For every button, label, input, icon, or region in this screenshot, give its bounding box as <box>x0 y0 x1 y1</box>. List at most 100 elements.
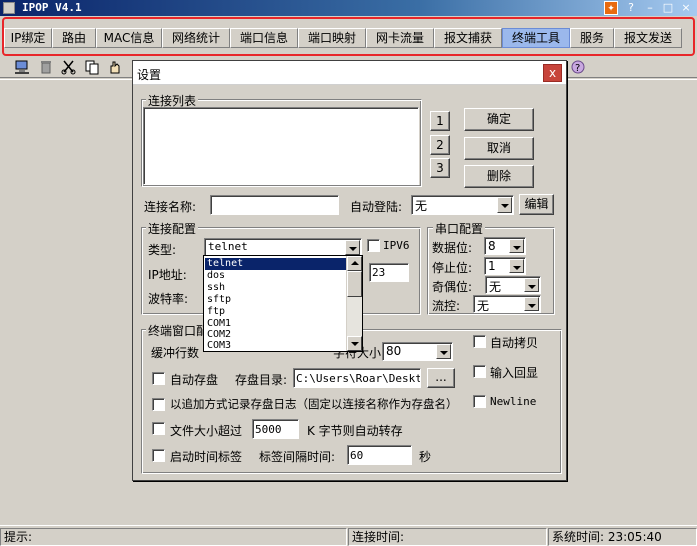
tab-packet-capture[interactable]: 报文捕获 <box>434 28 502 48</box>
maximize-button[interactable]: □ <box>661 1 675 15</box>
scroll-thumb[interactable] <box>347 271 362 297</box>
conn-name-input[interactable] <box>210 195 339 215</box>
type-option-dos[interactable]: dos <box>205 270 347 282</box>
cut-icon[interactable] <box>61 59 77 75</box>
status-bar: 提示: 连接时间: 系统时间: 23:05:40 <box>0 525 697 546</box>
app-icon <box>3 2 15 14</box>
minimize-button[interactable]: – <box>643 1 657 15</box>
tab-bar: IP绑定 路由 MAC信息 网络统计 端口信息 端口映射 网卡流量 报文捕获 终… <box>4 28 682 48</box>
parity-label: 奇偶位: <box>432 280 473 294</box>
help-button[interactable]: ? <box>624 1 638 15</box>
tab-packet-send[interactable]: 报文发送 <box>614 28 682 48</box>
tab-terminal-tools[interactable]: 终端工具 <box>502 28 570 48</box>
save-dir-label: 存盘目录: <box>235 373 288 387</box>
type-option-ftp[interactable]: ftp <box>205 306 347 318</box>
stop-bits-label: 停止位: <box>432 261 473 275</box>
type-option-ssh[interactable]: ssh <box>205 282 347 294</box>
font-size-select[interactable]: 80 <box>382 342 453 361</box>
type-dropdown-list: telnet dos ssh sftp ftp COM1 COM2 COM3 <box>203 255 363 352</box>
ip-label: IP地址: <box>148 268 187 282</box>
slot-1-button[interactable]: 1 <box>430 111 450 131</box>
append-log-checkbox[interactable] <box>152 398 165 411</box>
type-option-sftp[interactable]: sftp <box>205 294 347 306</box>
chevron-down-icon[interactable] <box>497 197 512 213</box>
stop-bits-select[interactable]: 1 <box>484 257 526 275</box>
tab-port-mapping[interactable]: 端口映射 <box>298 28 366 48</box>
copy-icon[interactable] <box>84 59 100 75</box>
dialog-title: 设置 <box>137 68 162 82</box>
interval-unit: 秒 <box>419 450 432 464</box>
tab-ip-binding[interactable]: IP绑定 <box>4 28 52 48</box>
connection-listbox[interactable] <box>143 107 419 185</box>
timestamp-checkbox[interactable] <box>152 449 165 462</box>
tab-nic-traffic[interactable]: 网卡流量 <box>366 28 434 48</box>
status-system-time: 系统时间: 23:05:40 <box>548 528 697 546</box>
chevron-down-icon[interactable] <box>436 344 451 359</box>
slot-2-button[interactable]: 2 <box>430 135 450 155</box>
input-echo-label: 输入回显 <box>490 366 539 380</box>
timestamp-label: 启动时间标签 <box>170 450 243 464</box>
tab-mac-info[interactable]: MAC信息 <box>96 28 162 48</box>
baud-label: 波特率: <box>148 292 189 306</box>
hand-icon[interactable] <box>107 59 123 75</box>
ipv6-label: IPV6 <box>383 239 410 252</box>
size-exceed-label: 文件大小超过 <box>170 424 243 438</box>
input-echo-checkbox[interactable] <box>473 365 486 378</box>
dialog-close-button[interactable]: x <box>543 64 562 82</box>
auto-save-checkbox[interactable] <box>152 372 165 385</box>
type-option-com3[interactable]: COM3 <box>205 340 347 351</box>
size-exceed-input[interactable]: 5000 <box>252 419 299 439</box>
auto-copy-checkbox[interactable] <box>473 335 486 348</box>
svg-text:?: ? <box>575 63 580 74</box>
type-option-telnet[interactable]: telnet <box>205 258 347 270</box>
data-bits-label: 数据位: <box>432 241 473 255</box>
tray-app-icon[interactable]: ✦ <box>604 1 618 15</box>
parity-select[interactable]: 无 <box>485 276 541 294</box>
scroll-down-icon[interactable] <box>347 336 362 351</box>
ipv6-checkbox[interactable] <box>367 239 380 252</box>
tab-port-info[interactable]: 端口信息 <box>230 28 298 48</box>
computer-icon[interactable] <box>14 59 30 75</box>
title-bar: IPOP V4.1 ✦ ? – □ × <box>0 0 697 16</box>
ok-button[interactable]: 确定 <box>464 108 534 131</box>
serial-config-label: 串口配置 <box>433 220 486 237</box>
flow-select[interactable]: 无 <box>473 295 541 313</box>
interval-input[interactable]: 60 <box>347 445 412 465</box>
slot-3-button[interactable]: 3 <box>430 158 450 178</box>
edit-button[interactable]: 编辑 <box>519 194 554 215</box>
scroll-up-icon[interactable] <box>347 256 362 271</box>
chevron-down-icon[interactable] <box>524 278 539 292</box>
tab-net-stats[interactable]: 网络统计 <box>162 28 230 48</box>
size-exceed-suffix: K 字节则自动转存 <box>307 424 403 438</box>
delete-button[interactable]: 删除 <box>464 165 534 188</box>
auto-login-select[interactable]: 无 <box>411 195 514 215</box>
chevron-down-icon[interactable] <box>509 239 524 253</box>
chevron-down-icon[interactable] <box>345 240 360 255</box>
help-icon[interactable]: ? <box>570 59 586 75</box>
trash-icon[interactable] <box>38 59 54 75</box>
dropdown-scrollbar[interactable] <box>346 256 362 351</box>
chevron-down-icon[interactable] <box>509 259 524 273</box>
save-dir-input[interactable]: C:\Users\Roar\Desktop <box>293 368 421 388</box>
close-button[interactable]: × <box>679 1 693 15</box>
auto-save-label: 自动存盘 <box>170 373 219 387</box>
chevron-down-icon[interactable] <box>524 297 539 311</box>
append-log-label: 以追加方式记录存盘日志（固定以连接名称作为存盘名） <box>170 397 458 411</box>
window-title: IPOP V4.1 <box>22 1 82 14</box>
type-label: 类型: <box>148 243 177 257</box>
newline-checkbox[interactable] <box>473 395 486 408</box>
browse-button[interactable]: ... <box>427 368 455 388</box>
interval-label: 标签间隔时间: <box>259 450 336 464</box>
tab-route[interactable]: 路由 <box>52 28 96 48</box>
flow-label: 流控: <box>432 299 461 313</box>
tab-services[interactable]: 服务 <box>570 28 614 48</box>
dialog-title-bar: 设置 x <box>133 61 566 85</box>
port-input[interactable]: 23 <box>369 263 409 282</box>
conn-name-label: 连接名称: <box>144 200 197 214</box>
cancel-button[interactable]: 取消 <box>464 137 534 160</box>
size-exceed-checkbox[interactable] <box>152 422 165 435</box>
newline-label: Newline <box>490 395 537 408</box>
data-bits-select[interactable]: 8 <box>484 237 526 255</box>
auto-login-label: 自动登陆: <box>350 200 403 214</box>
auto-copy-label: 自动拷贝 <box>490 336 539 350</box>
